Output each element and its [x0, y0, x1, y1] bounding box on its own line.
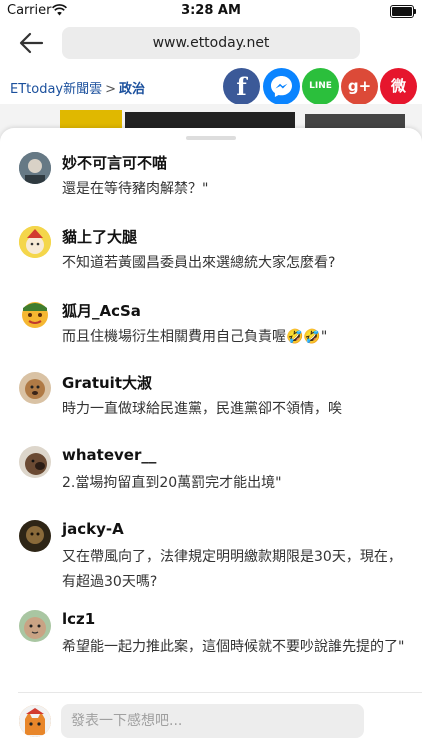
- breadcrumb-separator: >: [105, 82, 117, 97]
- comment-text: 又在帶風向了，法律規定明明繳款期限是30天，現在，有超過30天嗎?: [62, 549, 402, 590]
- comment-text: 而且住機場衍生相關費用自己負責喔🤣🤣": [62, 329, 328, 345]
- comment-author: 貓上了大腿: [62, 228, 138, 246]
- cat-avatar-icon: [19, 705, 51, 737]
- avatar[interactable]: [19, 372, 51, 404]
- breadcrumb: ETtoday新聞雲 > 政治: [10, 78, 145, 97]
- comment-author: lcz1: [62, 610, 96, 628]
- back-arrow-icon[interactable]: [18, 31, 44, 55]
- avatar[interactable]: [19, 226, 51, 258]
- avatar[interactable]: [19, 520, 51, 552]
- comment-author: jacky-A: [62, 520, 124, 538]
- current-user-avatar: [19, 705, 51, 737]
- facebook-share-button[interactable]: f: [223, 68, 260, 105]
- avatar[interactable]: [19, 152, 51, 184]
- breadcrumb-site[interactable]: ETtoday新聞雲: [10, 82, 102, 97]
- user-avatar-icon: [19, 520, 51, 552]
- line-label: LINE: [309, 81, 332, 91]
- dog-avatar-icon: [19, 372, 51, 404]
- messenger-icon: [271, 76, 292, 97]
- line-share-button[interactable]: LINE: [302, 68, 339, 105]
- comments-sheet: 妙不可言可不喵 還是在等待豬肉解禁？" 貓上了大腿 不知道若黃國昌委員出來選總統…: [0, 128, 422, 750]
- clock: 3:28 AM: [181, 3, 241, 18]
- avatar[interactable]: [19, 446, 51, 478]
- messenger-share-button[interactable]: [263, 68, 300, 105]
- avatar[interactable]: [19, 610, 51, 642]
- comment-input[interactable]: [61, 704, 364, 738]
- cat-avatar-icon: [19, 610, 51, 642]
- comment-author: Gratuit大淑: [62, 374, 152, 392]
- dog-avatar-icon: [19, 446, 51, 478]
- battery-icon: [390, 5, 416, 18]
- breadcrumb-section[interactable]: 政治: [119, 82, 145, 97]
- comment-text: 時力一直做球給民進黨，民進黨卻不領情，唉: [62, 401, 342, 417]
- user-avatar-icon: [19, 152, 51, 184]
- cat-avatar-icon: [19, 226, 51, 258]
- comment-text: 還是在等待豬肉解禁？": [62, 181, 209, 197]
- emoji-avatar-icon: [19, 298, 51, 330]
- url-bar[interactable]: www.ettoday.net: [62, 27, 360, 59]
- comment-text: 2.當場拘留直到20萬罰完才能出境": [62, 475, 282, 491]
- google-plus-share-button[interactable]: g+: [341, 68, 378, 105]
- composer-divider: [18, 692, 422, 693]
- sheet-grabber[interactable]: [186, 136, 236, 140]
- comment-author: 狐月_AcSa: [62, 302, 141, 320]
- weibo-share-button[interactable]: 微: [380, 68, 417, 105]
- comment-author: 妙不可言可不喵: [62, 154, 168, 172]
- comment-text: 希望能一起力推此案，這個時候就不要吵說誰先提的了": [62, 639, 405, 655]
- status-bar: Carrier 3:28 AM: [0, 0, 422, 22]
- comment-author: whatever__: [62, 446, 157, 464]
- avatar[interactable]: [19, 298, 51, 330]
- comment-text: 不知道若黃國昌委員出來選總統大家怎麼看?: [62, 255, 336, 271]
